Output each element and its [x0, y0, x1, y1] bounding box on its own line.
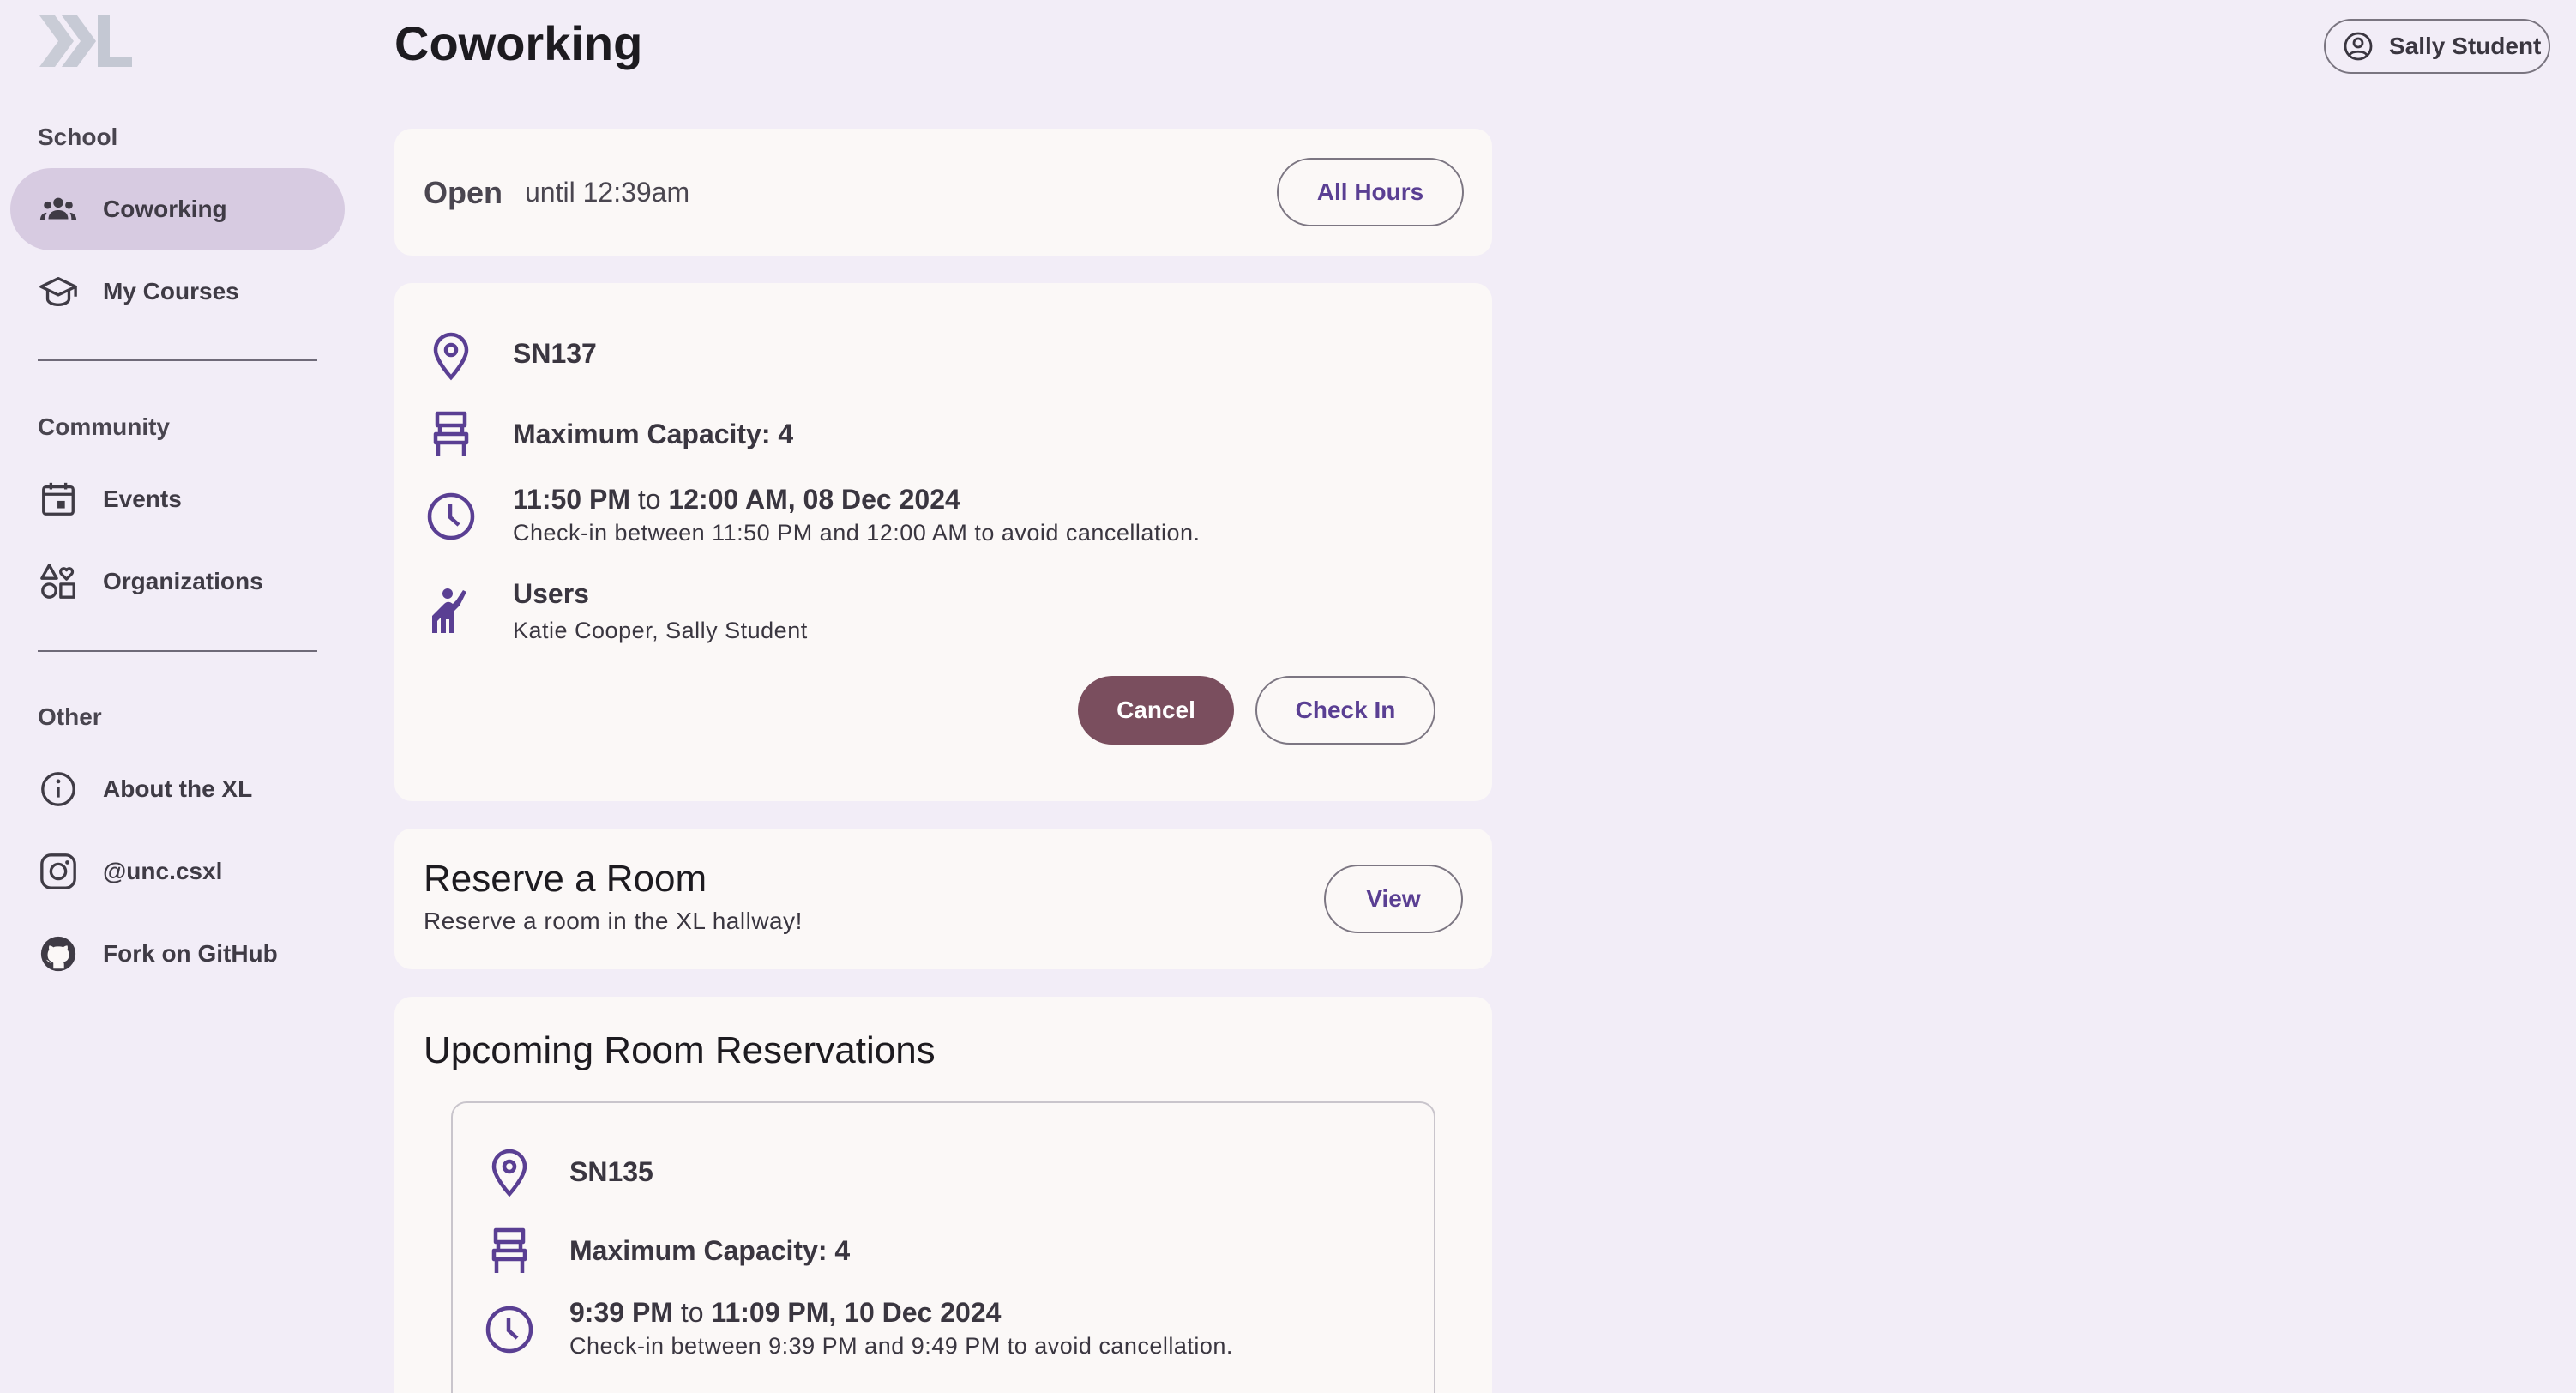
github-icon	[38, 933, 79, 974]
reserve-room-title: Reserve a Room	[424, 858, 707, 900]
sidebar-item-label: About the XL	[103, 775, 253, 802]
sidebar-item-coworking[interactable]: Coworking	[10, 168, 345, 250]
instagram-icon	[38, 851, 79, 892]
sidebar: School Coworking My Courses Community Ev…	[0, 0, 360, 1393]
reserve-room-subtitle: Reserve a room in the XL hallway!	[424, 908, 803, 934]
view-button[interactable]: View	[1324, 865, 1463, 933]
room-capacity: Maximum Capacity: 4	[569, 1235, 851, 1266]
checkin-note: Check-in between 11:50 PM and 12:00 AM t…	[513, 520, 1201, 546]
people-icon	[38, 189, 79, 230]
open-until-text: until 12:39am	[525, 177, 690, 208]
sidebar-item-instagram[interactable]: @unc.csxl	[10, 830, 345, 913]
sidebar-item-organizations[interactable]: Organizations	[10, 540, 345, 623]
room-name: SN137	[513, 338, 597, 369]
open-status: Open	[424, 175, 503, 210]
sidebar-divider	[38, 650, 317, 652]
sidebar-divider	[38, 359, 317, 361]
check-in-button[interactable]: Check In	[1255, 676, 1435, 745]
section-label-school: School	[38, 124, 118, 150]
sidebar-item-label: Coworking	[103, 196, 227, 222]
users-label: Users	[513, 578, 589, 609]
room-name: SN135	[569, 1156, 653, 1187]
upcoming-reservations-title: Upcoming Room Reservations	[424, 1029, 936, 1071]
sidebar-item-label: Organizations	[103, 568, 263, 594]
sidebar-item-label: Events	[103, 485, 182, 512]
school-icon	[38, 271, 79, 312]
upcoming-reservation-item: SN135 Maximum Capacity: 4 9:39 PM to 11:…	[451, 1101, 1435, 1393]
section-label-community: Community	[38, 413, 170, 440]
calendar-icon	[38, 479, 79, 520]
upcoming-reservations-card: Upcoming Room Reservations SN135 Maximum…	[394, 997, 1492, 1393]
user-name: Sally Student	[2389, 33, 2542, 59]
user-profile-button[interactable]: Sally Student	[2324, 19, 2550, 74]
sidebar-item-github[interactable]: Fork on GitHub	[10, 913, 345, 995]
users-list: Katie Cooper, Sally Student	[513, 618, 808, 643]
room-capacity: Maximum Capacity: 4	[513, 419, 794, 449]
sidebar-item-label: @unc.csxl	[103, 858, 223, 884]
chair-icon	[425, 408, 477, 460]
sidebar-item-events[interactable]: Events	[10, 458, 345, 540]
all-hours-button[interactable]: All Hours	[1277, 158, 1464, 226]
sidebar-item-label: Fork on GitHub	[103, 940, 278, 967]
sidebar-item-my-courses[interactable]: My Courses	[10, 250, 345, 333]
checkin-note: Check-in between 9:39 PM and 9:49 PM to …	[569, 1333, 1233, 1359]
info-icon	[38, 769, 79, 810]
current-reservation-card: SN137 Maximum Capacity: 4 11:50 PM to 12…	[394, 283, 1492, 801]
location-pin-icon	[484, 1146, 535, 1197]
reserve-room-card: Reserve a Room Reserve a room in the XL …	[394, 829, 1492, 969]
page-title: Coworking	[394, 16, 643, 70]
account-circle-icon	[2344, 32, 2373, 61]
clock-icon	[425, 491, 477, 542]
section-label-other: Other	[38, 703, 102, 730]
location-pin-icon	[425, 329, 477, 381]
person-raised-hand-icon	[425, 583, 477, 635]
clock-icon	[484, 1304, 535, 1355]
status-card: Open until 12:39am All Hours	[394, 129, 1492, 256]
chair-icon	[484, 1225, 535, 1276]
xl-logo[interactable]	[36, 12, 134, 70]
shapes-icon	[38, 561, 79, 602]
reservation-time: 11:50 PM to 12:00 AM, 08 Dec 2024	[513, 484, 960, 515]
cancel-button[interactable]: Cancel	[1078, 676, 1234, 745]
sidebar-item-about[interactable]: About the XL	[10, 748, 345, 830]
sidebar-item-label: My Courses	[103, 278, 239, 305]
reservation-time: 9:39 PM to 11:09 PM, 10 Dec 2024	[569, 1297, 1002, 1328]
